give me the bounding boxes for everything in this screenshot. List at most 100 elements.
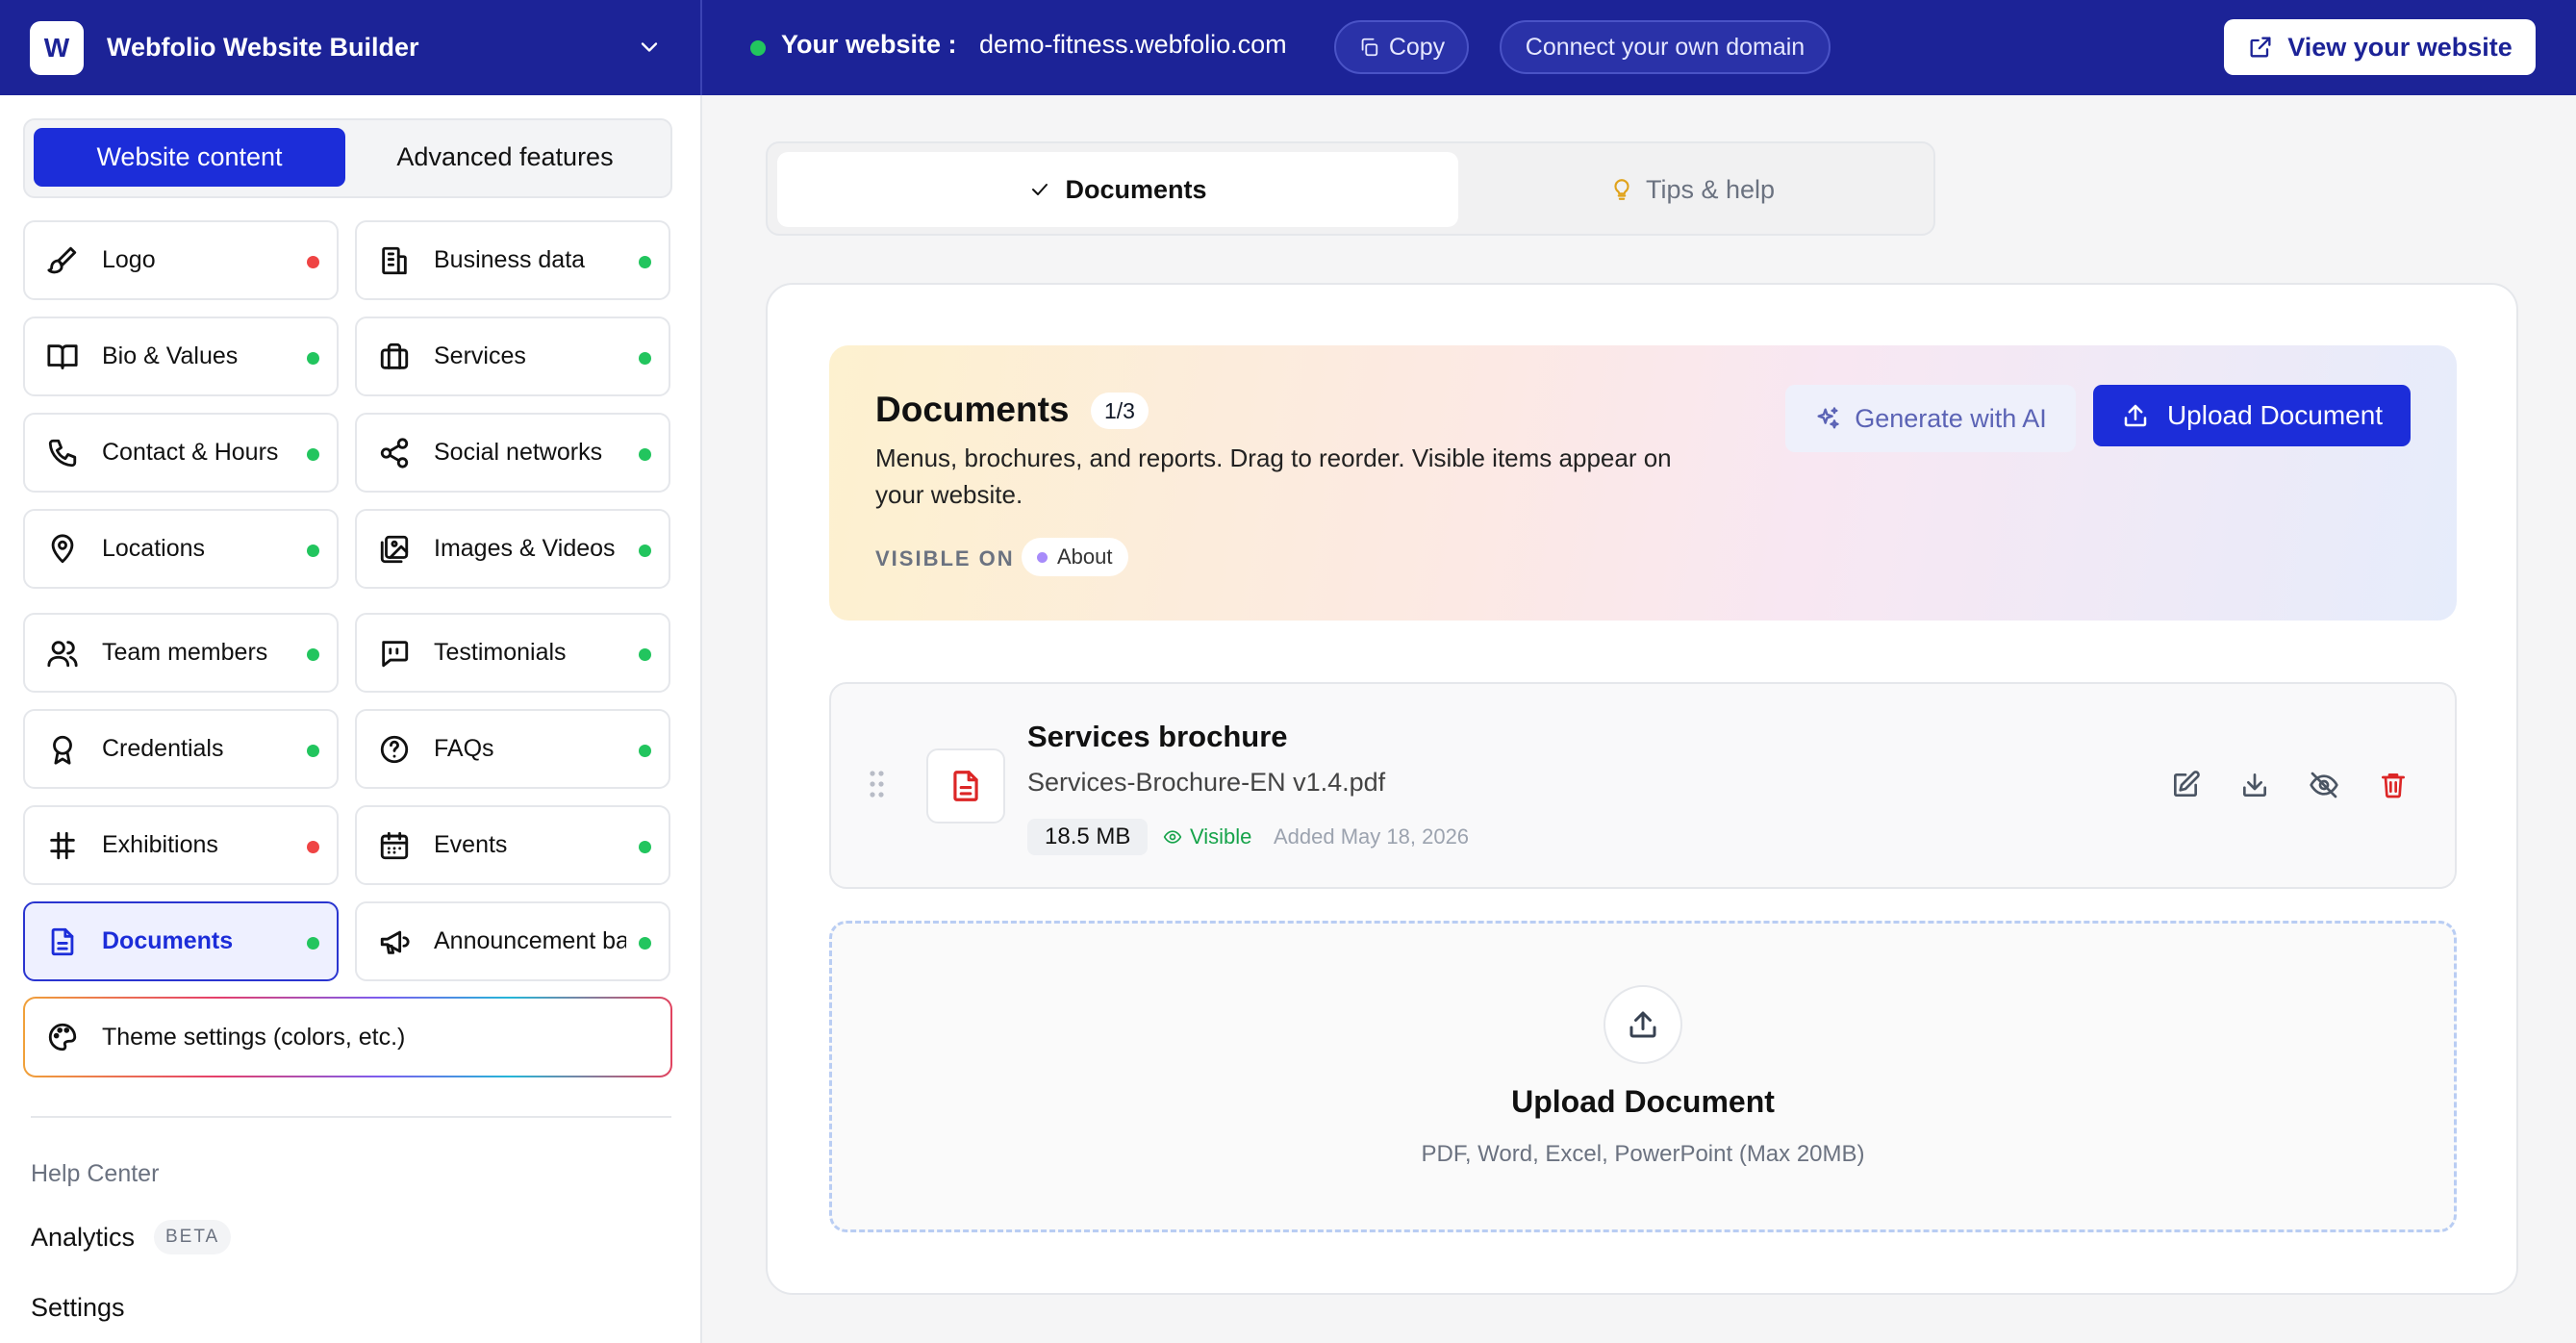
sidebar-item-locations[interactable]: Locations bbox=[23, 509, 339, 589]
briefcase-icon bbox=[378, 341, 411, 373]
workspace-switcher[interactable]: W Webfolio Website Builder bbox=[0, 0, 702, 95]
sidebar-item-label: FAQs bbox=[434, 735, 494, 762]
visible-on-page-label: About bbox=[1057, 545, 1113, 569]
status-dot bbox=[639, 841, 651, 853]
download-icon[interactable] bbox=[2237, 768, 2272, 802]
sidebar-item-label: Contact & Hours bbox=[102, 439, 279, 466]
site-status-dot bbox=[750, 40, 766, 56]
connect-domain-button[interactable]: Connect your own domain bbox=[1500, 20, 1831, 74]
tab-advanced-features[interactable]: Advanced features bbox=[346, 128, 664, 187]
sidebar-item-bio-values[interactable]: Bio & Values bbox=[23, 317, 339, 396]
brand-logo: W bbox=[30, 20, 84, 75]
megaphone-icon bbox=[378, 925, 411, 958]
eye-icon bbox=[1163, 827, 1182, 847]
status-dot bbox=[307, 448, 319, 461]
sidebar-item-label: Documents bbox=[102, 927, 234, 954]
pdf-file-icon bbox=[926, 748, 1005, 824]
tab-website-content[interactable]: Website content bbox=[34, 128, 345, 187]
sidebar-item-logo[interactable]: Logo bbox=[23, 220, 339, 300]
status-dot bbox=[639, 352, 651, 365]
view-website-button[interactable]: View your website bbox=[2224, 19, 2536, 75]
section-description: Menus, brochures, and reports. Drag to r… bbox=[875, 443, 1672, 509]
sidebar-item-business-data[interactable]: Business data bbox=[355, 220, 670, 300]
status-dot bbox=[307, 648, 319, 661]
tab-documents[interactable]: Documents bbox=[777, 152, 1458, 227]
map-pin-icon bbox=[46, 533, 79, 566]
building-icon bbox=[378, 244, 411, 277]
visible-on-label: VISIBLE ON bbox=[875, 546, 1015, 570]
page-dot bbox=[1037, 551, 1048, 563]
status-dot bbox=[307, 937, 319, 950]
help-circle-icon bbox=[378, 733, 411, 766]
status-dot bbox=[639, 937, 651, 950]
view-website-label: View your website bbox=[2287, 32, 2513, 62]
drag-handle-icon[interactable] bbox=[869, 770, 886, 798]
status-dot bbox=[307, 256, 319, 268]
file-text-icon bbox=[46, 925, 79, 958]
book-icon bbox=[46, 341, 79, 373]
sidebar-item-label: Social networks bbox=[434, 439, 603, 466]
status-dot bbox=[639, 448, 651, 461]
generate-with-ai-button[interactable]: Generate with AI bbox=[1785, 385, 2076, 452]
sparkles-icon bbox=[1814, 405, 1841, 432]
status-dot bbox=[307, 745, 319, 757]
brand-name: Webfolio Website Builder bbox=[107, 33, 419, 62]
sidebar-item-team-members[interactable]: Team members bbox=[23, 613, 339, 693]
sidebar-item-label: Logo bbox=[102, 246, 156, 273]
upload-icon bbox=[2121, 401, 2150, 430]
sidebar-item-images-videos[interactable]: Images & Videos bbox=[355, 509, 670, 589]
tab-tips-help[interactable]: Tips & help bbox=[1458, 152, 1926, 227]
upload-document-label: Upload Document bbox=[2166, 400, 2384, 430]
status-dot bbox=[639, 256, 651, 268]
visibility-label: Visible bbox=[1190, 824, 1252, 849]
sidebar-divider bbox=[31, 1116, 671, 1118]
award-icon bbox=[46, 733, 79, 766]
hide-icon[interactable] bbox=[2307, 768, 2341, 802]
copy-url-button[interactable]: Copy bbox=[1334, 20, 1469, 74]
site-label: Your website : bbox=[781, 30, 957, 59]
sidebar-item-label: Announcement bar bbox=[434, 927, 626, 954]
copy-label: Copy bbox=[1388, 33, 1446, 61]
external-link-icon bbox=[2247, 34, 2274, 61]
sidebar-item-exhibitions[interactable]: Exhibitions bbox=[23, 805, 339, 885]
sidebar-item-label: Locations bbox=[102, 535, 206, 562]
theme-settings-label: Theme settings (colors, etc.) bbox=[102, 1023, 406, 1051]
sidebar-item-credentials[interactable]: Credentials bbox=[23, 709, 339, 789]
analytics-link[interactable]: Analytics bbox=[31, 1223, 135, 1253]
sidebar-item-testimonials[interactable]: Testimonials bbox=[355, 613, 670, 693]
hash-icon bbox=[46, 829, 79, 862]
status-dot bbox=[307, 545, 319, 557]
theme-settings-button[interactable]: Theme settings (colors, etc.) bbox=[23, 997, 672, 1077]
dropzone-subtitle: PDF, Word, Excel, PowerPoint (Max 20MB) bbox=[1421, 1141, 1865, 1167]
visibility-status: Visible bbox=[1163, 824, 1251, 849]
sidebar-item-faqs[interactable]: FAQs bbox=[355, 709, 670, 789]
sidebar-item-label: Team members bbox=[102, 639, 268, 666]
phone-icon bbox=[46, 437, 79, 469]
sidebar-item-label: Events bbox=[434, 831, 508, 858]
sidebar-item-label: Images & Videos bbox=[434, 535, 616, 562]
status-dot bbox=[639, 545, 651, 557]
sidebar-item-documents[interactable]: Documents bbox=[23, 901, 339, 981]
tab-documents-label: Documents bbox=[1065, 174, 1207, 204]
visible-on-page-pill[interactable]: About bbox=[1022, 538, 1128, 576]
sidebar-item-services[interactable]: Services bbox=[355, 317, 670, 396]
sidebar-item-contact-hours[interactable]: Contact & Hours bbox=[23, 413, 339, 493]
palette-icon bbox=[46, 1021, 79, 1053]
brush-icon bbox=[46, 244, 79, 277]
quote-icon bbox=[378, 637, 411, 670]
edit-icon[interactable] bbox=[2168, 768, 2203, 802]
help-center-link[interactable]: Help Center bbox=[31, 1160, 159, 1188]
sidebar-item-events[interactable]: Events bbox=[355, 805, 670, 885]
sidebar-item-announcement-bar[interactable]: Announcement bar bbox=[355, 901, 670, 981]
upload-dropzone[interactable] bbox=[829, 921, 2457, 1232]
upload-icon bbox=[1604, 985, 1682, 1064]
document-added-date: Added May 18, 2026 bbox=[1274, 824, 1470, 849]
site-url: demo-fitness.webfolio.com bbox=[979, 30, 1287, 59]
sidebar-item-label: Services bbox=[434, 342, 526, 369]
trash-icon[interactable] bbox=[2376, 768, 2411, 802]
sidebar-item-social-networks[interactable]: Social networks bbox=[355, 413, 670, 493]
settings-link[interactable]: Settings bbox=[31, 1293, 125, 1323]
document-title: Services brochure bbox=[1027, 720, 1288, 753]
upload-document-button[interactable]: Upload Document bbox=[2093, 385, 2411, 446]
check-icon bbox=[1028, 178, 1051, 201]
